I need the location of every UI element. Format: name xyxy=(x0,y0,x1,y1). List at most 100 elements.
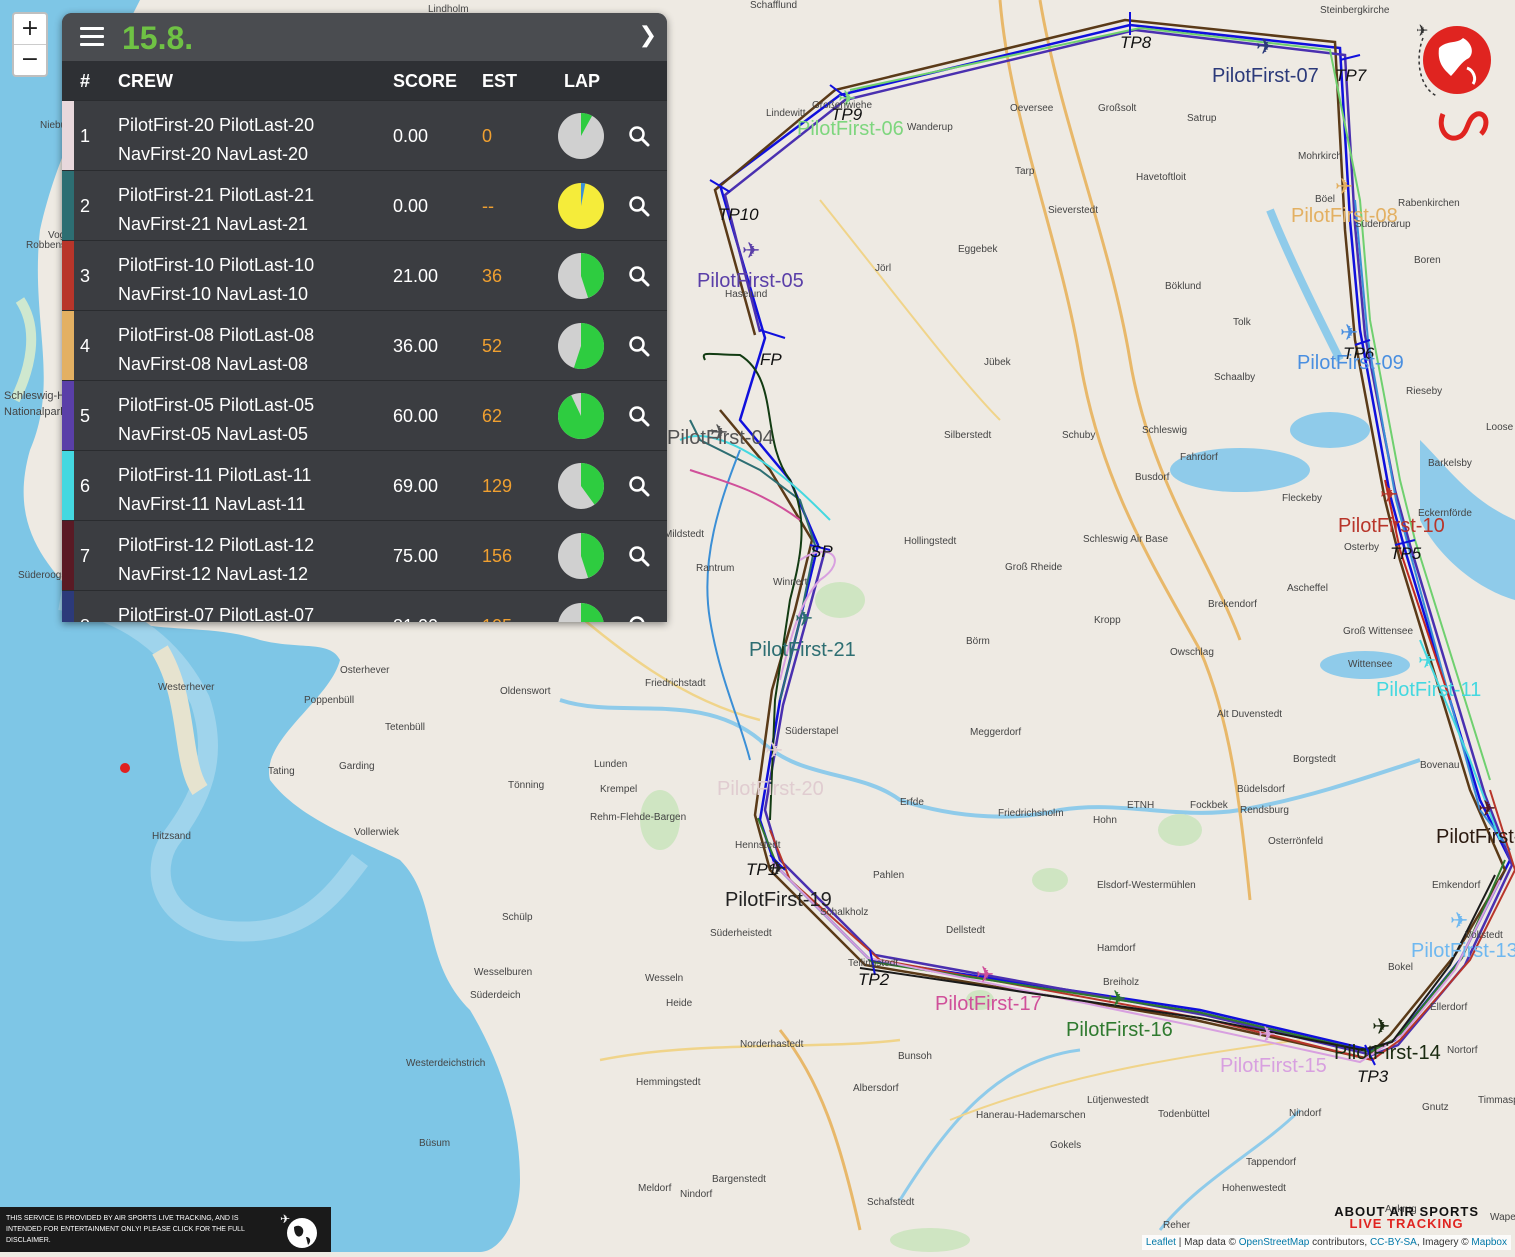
search-icon[interactable] xyxy=(628,335,650,357)
aircraft-label[interactable]: PilotFirst-06 xyxy=(797,118,904,141)
aircraft-label[interactable]: PilotFirst-04 xyxy=(667,427,774,450)
town-label: Barkelsby xyxy=(1428,458,1472,469)
town-label: Osterby xyxy=(1344,542,1380,553)
app-logo[interactable]: ✈ xyxy=(1415,18,1493,154)
town-label: Bovenau xyxy=(1420,760,1460,771)
town-label: Böklund xyxy=(1165,281,1202,292)
mapbox-link[interactable]: Mapbox xyxy=(1471,1237,1507,1248)
town-label: Osterhever xyxy=(340,665,390,676)
aircraft-label[interactable]: PilotFirst-19 xyxy=(725,889,832,912)
zoom-out-button[interactable]: − xyxy=(14,44,46,75)
town-label: Friedrichsholm xyxy=(998,808,1064,819)
aircraft-label[interactable]: PilotFirst-17 xyxy=(935,993,1042,1016)
aircraft-label[interactable]: PilotFirst-08 xyxy=(1291,205,1398,228)
lap-progress-pie xyxy=(557,532,605,580)
town-label: Krempel xyxy=(600,784,638,795)
score: 75.00 xyxy=(393,546,439,566)
aircraft-label[interactable]: PilotFirst-16 xyxy=(1066,1019,1173,1042)
town-label: Rabenkirchen xyxy=(1398,198,1460,209)
aircraft-label[interactable]: PilotFirst-15 xyxy=(1220,1055,1327,1078)
crew-row[interactable]: 5 PilotFirst-05 PilotLast-05 NavFirst-05… xyxy=(62,380,667,450)
search-icon[interactable] xyxy=(628,265,650,287)
rank: 7 xyxy=(80,546,91,566)
search-icon[interactable] xyxy=(628,615,650,622)
search-icon[interactable] xyxy=(628,545,650,567)
town-label: Groß Rheide xyxy=(1005,562,1063,573)
town-label: Hanerau-Hademarschen xyxy=(976,1110,1086,1121)
town-label: Nationalpark xyxy=(4,406,66,418)
town-label: Tappendorf xyxy=(1246,1157,1297,1168)
col-crew: CREW xyxy=(118,71,173,91)
crew-names: PilotFirst-21 PilotLast-21 NavFirst-21 N… xyxy=(118,181,314,239)
lap-progress-pie xyxy=(557,252,605,300)
estimate: 52 xyxy=(482,336,503,356)
crew-row[interactable]: 3 PilotFirst-10 PilotLast-10 NavFirst-10… xyxy=(62,240,667,310)
crew-row[interactable]: 6 PilotFirst-11 PilotLast-11 NavFirst-11… xyxy=(62,450,667,520)
col-rank: # xyxy=(80,71,91,91)
score: 81.00 xyxy=(393,616,438,622)
leaflet-link[interactable]: Leaflet xyxy=(1146,1237,1176,1248)
aircraft-label[interactable]: PilotFirst-14 xyxy=(1334,1042,1441,1065)
crew-row[interactable]: 8 PilotFirst-07 PilotLast-07 81.00 105 xyxy=(62,590,667,622)
town-label: Schülp xyxy=(502,912,533,923)
crew-row[interactable]: 7 PilotFirst-12 PilotLast-12 NavFirst-12… xyxy=(62,520,667,590)
disclaimer-text: THIS SERVICE IS PROVIDED BY AIR SPORTS L… xyxy=(6,1215,245,1244)
aircraft-label[interactable]: PilotFirst-13 xyxy=(1411,940,1515,963)
crew-names: PilotFirst-05 PilotLast-05 NavFirst-05 N… xyxy=(118,391,314,449)
navigator-name: NavFirst-05 NavLast-05 xyxy=(118,424,309,444)
crew-row[interactable]: 1 PilotFirst-20 PilotLast-20 NavFirst-20… xyxy=(62,100,667,170)
town-label: Oeversee xyxy=(1010,103,1054,114)
town-label: Groß Wittensee xyxy=(1343,626,1414,637)
town-label: Nindorf xyxy=(1289,1108,1322,1119)
rank: 8 xyxy=(80,616,90,622)
lap-progress-pie xyxy=(557,602,605,622)
aircraft-label[interactable]: PilotFirst-11 xyxy=(1376,679,1481,702)
town-label: Börm xyxy=(966,636,990,647)
svg-text:✈: ✈ xyxy=(742,239,760,264)
town-label: Schafstedt xyxy=(867,1197,915,1208)
town-label: Schleswig xyxy=(1142,425,1188,436)
search-icon[interactable] xyxy=(628,195,650,217)
crew-row[interactable]: 4 PilotFirst-08 PilotLast-08 NavFirst-08… xyxy=(62,310,667,380)
town-label: Tolk xyxy=(1233,317,1251,328)
svg-text:✈: ✈ xyxy=(976,963,994,988)
disclaimer-banner[interactable]: THIS SERVICE IS PROVIDED BY AIR SPORTS L… xyxy=(0,1207,331,1252)
estimate: 36 xyxy=(482,266,503,286)
score: 60.00 xyxy=(393,406,439,426)
aircraft-label[interactable]: PilotFirst-07 xyxy=(1212,65,1319,88)
town-label: Busdorf xyxy=(1135,472,1170,483)
osm-link[interactable]: OpenStreetMap xyxy=(1239,1237,1310,1248)
contest-date: 15.8. xyxy=(122,20,194,56)
lap-progress-pie xyxy=(557,462,605,510)
town-label: Oldenswort xyxy=(500,686,551,697)
sp-label: SP xyxy=(810,542,833,561)
svg-text:✈: ✈ xyxy=(1335,175,1353,200)
town-label: Friedrichstadt xyxy=(645,678,706,689)
town-label: Lütjenwestedt xyxy=(1087,1095,1149,1106)
search-icon[interactable] xyxy=(628,405,650,427)
search-icon[interactable] xyxy=(628,475,650,497)
chevron-right-icon[interactable]: ❯ xyxy=(639,23,657,48)
crew-row[interactable]: 2 PilotFirst-21 PilotLast-21 NavFirst-21… xyxy=(62,170,667,240)
table-header: # CREW SCORE EST LAP xyxy=(62,61,667,100)
zoom-in-button[interactable]: + xyxy=(14,14,46,44)
estimate: 0 xyxy=(482,126,493,146)
town-label: Osterrönfeld xyxy=(1268,836,1324,847)
town-label: Rendsburg xyxy=(1240,805,1289,816)
search-icon[interactable] xyxy=(628,125,650,147)
lap-progress-pie xyxy=(557,322,605,370)
aircraft-label[interactable]: PilotFirst-20 xyxy=(717,778,824,801)
aircraft-label[interactable]: PilotFirst-10 xyxy=(1338,515,1445,538)
menu-icon[interactable] xyxy=(80,27,104,47)
col-est: EST xyxy=(482,71,518,91)
crew-names: PilotFirst-07 PilotLast-07 xyxy=(118,601,314,622)
aircraft-label[interactable]: PilotFirst-1 xyxy=(1436,826,1515,849)
license-link[interactable]: CC-BY-SA xyxy=(1370,1237,1417,1248)
town-label: Elsdorf-Westermühlen xyxy=(1097,880,1196,891)
estimate: 129 xyxy=(482,476,513,496)
aircraft-label[interactable]: PilotFirst-21 xyxy=(749,639,856,662)
pilot-name: PilotFirst-20 PilotLast-20 xyxy=(118,115,315,135)
aircraft-label[interactable]: PilotFirst-05 xyxy=(697,270,804,293)
aircraft-label[interactable]: PilotFirst-09 xyxy=(1297,352,1404,375)
town-label: Reher xyxy=(1163,1220,1191,1231)
